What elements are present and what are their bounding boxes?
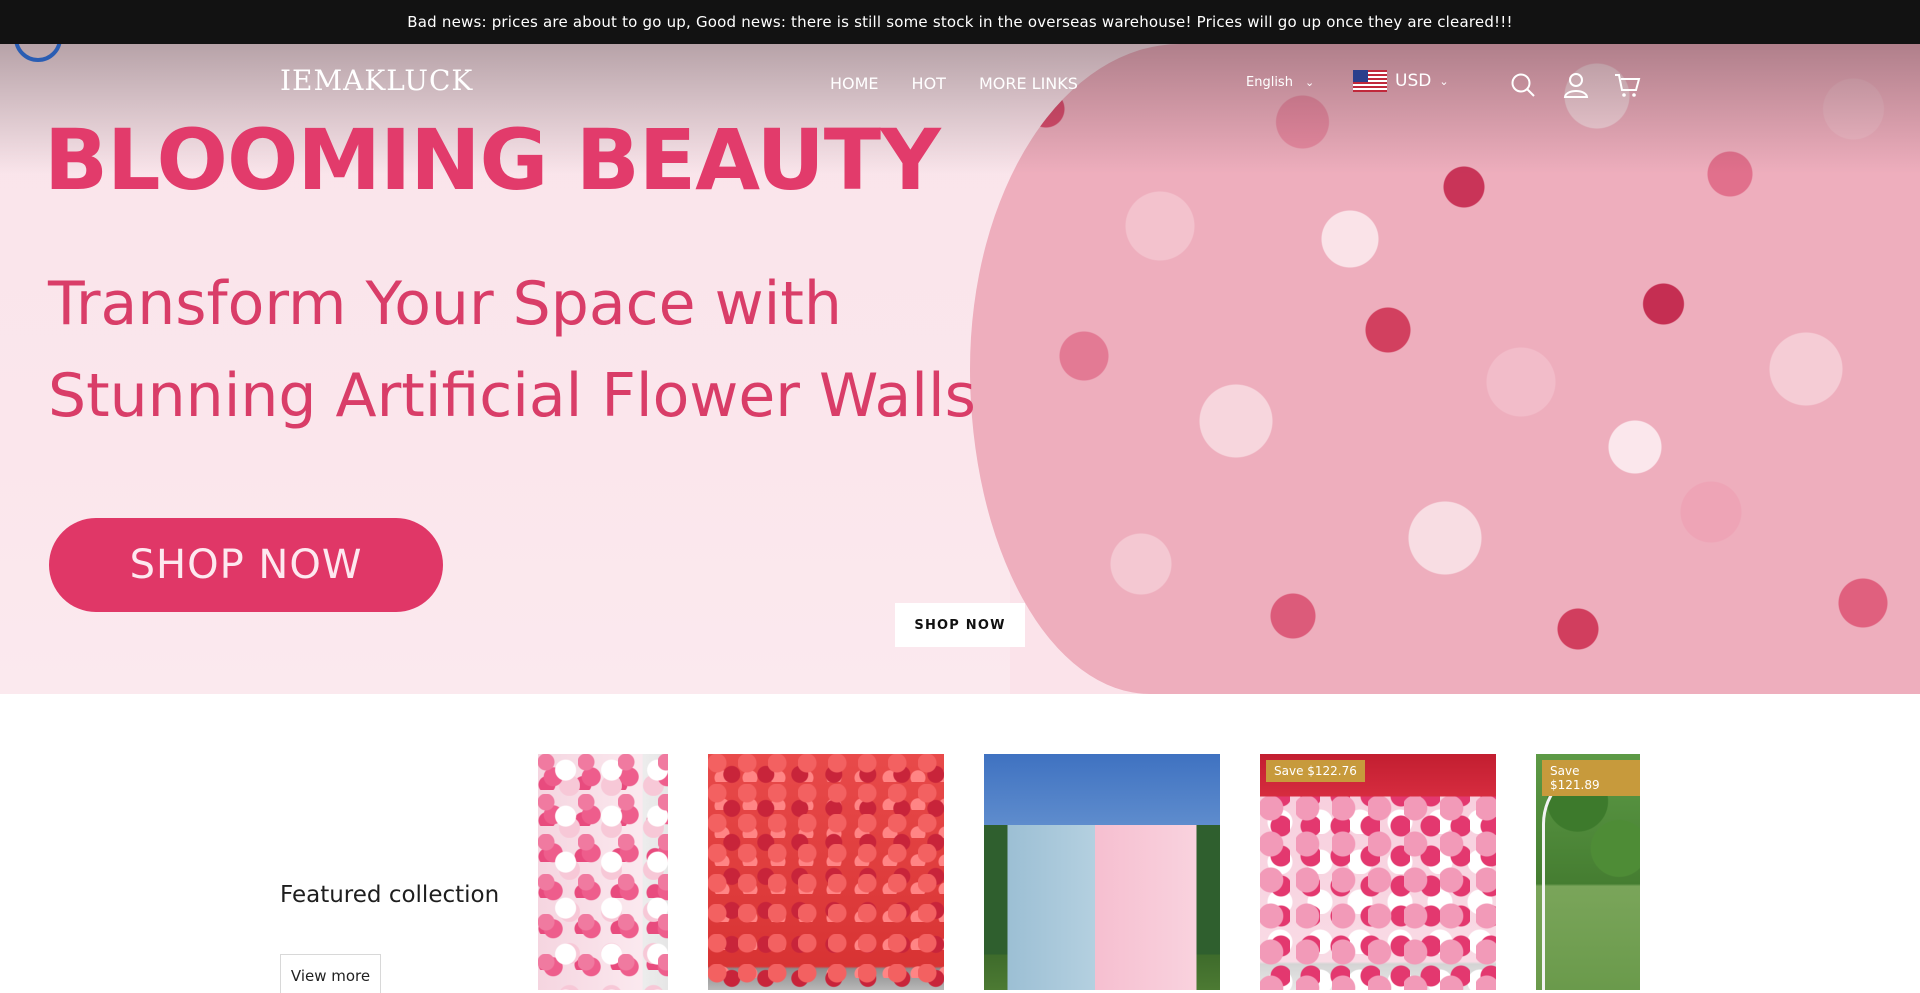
featured-collection-title: Featured collection xyxy=(280,882,500,908)
save-badge: Save $122.76 xyxy=(1266,760,1365,782)
language-label: English xyxy=(1246,75,1293,90)
hero-subheadline: Transform Your Space with Stunning Artif… xyxy=(48,258,1008,442)
chevron-down-icon: ⌄ xyxy=(1439,74,1449,88)
product-card[interactable]: Save $121.89 xyxy=(1536,754,1640,990)
chevron-down-icon: ⌄ xyxy=(1304,76,1315,89)
account-icon[interactable] xyxy=(1561,70,1591,100)
product-card[interactable] xyxy=(984,754,1220,990)
hero-image-shop-now: SHOP NOW xyxy=(49,518,443,612)
nav-more-links[interactable]: MORE LINKS xyxy=(979,74,1078,93)
search-icon[interactable] xyxy=(1508,70,1538,100)
cart-icon[interactable] xyxy=(1612,70,1642,100)
currency-selector[interactable]: USD ⌄ xyxy=(1353,70,1449,92)
announcement-bar: Bad news: prices are about to go up, Goo… xyxy=(0,0,1920,44)
nav-home[interactable]: HOME xyxy=(830,74,879,93)
hero-headline: BLOOMING BEAUTY xyxy=(44,111,941,209)
nav-hot[interactable]: HOT xyxy=(912,74,946,93)
save-badge: Save $121.89 xyxy=(1542,760,1640,796)
us-flag-icon xyxy=(1353,70,1387,92)
flower-arch-image xyxy=(1542,764,1640,990)
hero-subheadline-line1: Transform Your Space with xyxy=(48,269,842,339)
language-selector[interactable]: English ⌄ xyxy=(1246,75,1314,90)
currency-label: USD xyxy=(1395,71,1432,91)
shop-now-button[interactable]: SHOP NOW xyxy=(895,603,1025,647)
product-card[interactable]: Save $122.76 xyxy=(1260,754,1496,990)
hero-banner[interactable]: BLOOMING BEAUTY Transform Your Space wit… xyxy=(0,44,1920,694)
main-nav: HOME HOT MORE LINKS xyxy=(830,74,1078,93)
hero-subheadline-line2: Stunning Artificial Flower Walls xyxy=(48,361,976,431)
announcement-text: Bad news: prices are about to go up, Goo… xyxy=(407,13,1513,31)
view-more-button[interactable]: View more xyxy=(280,954,381,993)
product-card[interactable] xyxy=(538,754,668,990)
site-logo[interactable]: IEMAKLUCK xyxy=(280,64,473,97)
product-card[interactable] xyxy=(708,754,944,990)
site-header: IEMAKLUCK HOME HOT MORE LINKS English ⌄ … xyxy=(0,44,1920,124)
